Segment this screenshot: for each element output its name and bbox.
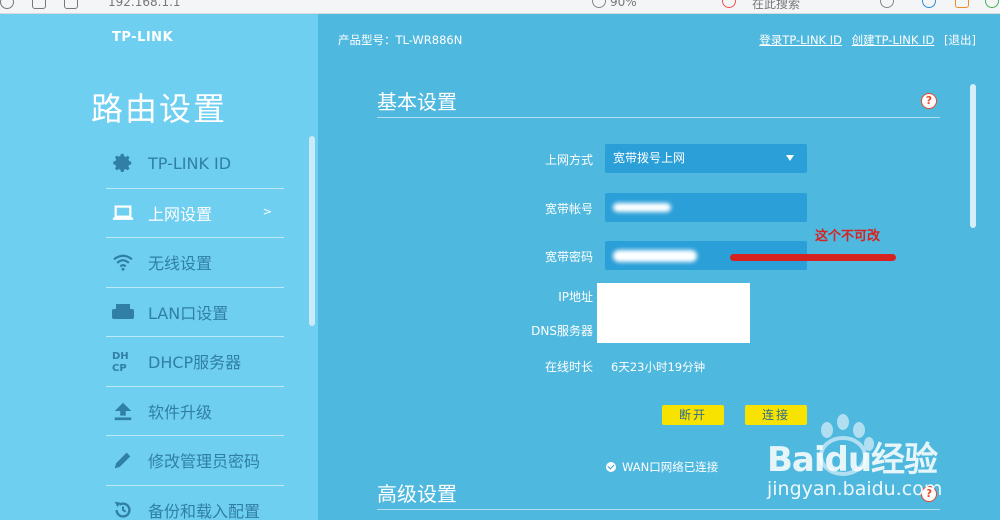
svg-text:CP: CP — [112, 363, 127, 373]
section-divider — [377, 117, 940, 118]
watermark-brand: Baidu经验 — [767, 440, 938, 480]
dhcp-icon: DH CP — [108, 349, 138, 373]
watermark-url: jingyan.baidu.com — [767, 478, 943, 500]
password-label: 宽带密码 — [544, 250, 593, 264]
conn-type-label: 上网方式 — [544, 153, 593, 167]
restore-icon — [108, 499, 138, 520]
search-icon[interactable] — [880, 0, 894, 8]
sidebar-item-wireless[interactable]: 无线设置 — [106, 238, 284, 288]
uptime-value: 6天23小时19分钟 — [611, 360, 706, 374]
redacted-ip-dns — [597, 283, 750, 343]
annotation-mark — [730, 254, 896, 261]
main-scrollbar[interactable] — [970, 84, 976, 228]
laptop-icon — [108, 204, 138, 222]
logout-link[interactable]: [退出] — [944, 33, 976, 47]
advanced-settings-title: 高级设置 — [377, 482, 457, 506]
disconnect-button[interactable]: 断开 — [662, 405, 724, 425]
redacted-value — [613, 249, 697, 262]
uptime-label: 在线时长 — [544, 360, 593, 374]
gear-icon — [108, 152, 138, 174]
sidebar-item-label: 备份和载入配置 — [148, 501, 261, 520]
home-icon[interactable] — [32, 0, 46, 9]
svg-text:DH: DH — [112, 351, 129, 362]
search-engine-icon[interactable] — [722, 0, 736, 8]
basic-settings-title: 基本设置 — [377, 90, 457, 114]
sidebar-item-label: TP-LINK ID — [148, 153, 232, 173]
account-input[interactable] — [605, 193, 807, 222]
wifi-icon — [108, 253, 138, 271]
tp-link-logo: TP-LINK — [112, 30, 174, 45]
sidebar-item-label: LAN口设置 — [148, 303, 229, 323]
sidebar-item-password[interactable]: 修改管理员密码 — [106, 436, 284, 486]
annotation-text: 这个不可改 — [815, 229, 881, 244]
sidebar-item-label: 无线设置 — [148, 254, 213, 274]
check-circle-icon — [606, 462, 616, 472]
sidebar-item-lan[interactable]: LAN口设置 — [106, 288, 284, 337]
sidebar-item-tplink-id[interactable]: TP-LINK ID — [106, 139, 284, 189]
wan-status-text: WAN口网络已连接 — [622, 460, 719, 474]
sidebar-item-upgrade[interactable]: 软件升级 — [106, 387, 284, 436]
chevron-right-icon: > — [262, 204, 272, 218]
sidebar-item-label: 修改管理员密码 — [148, 452, 261, 472]
browser-search-input[interactable]: 在此搜索 — [752, 0, 800, 12]
sidebar-nav: TP-LINK ID 上网设置 > 无线设置 LAN口设置 DH CP DHCP… — [106, 139, 284, 520]
sidebar-title: 路由设置 — [90, 90, 227, 128]
wan-status: WAN口网络已连接 — [606, 459, 718, 475]
ip-label: IP地址 — [558, 290, 593, 304]
tab-icon[interactable] — [64, 0, 78, 9]
address-bar[interactable]: 192.168.1.1 — [108, 0, 181, 9]
pencil-icon — [108, 449, 138, 471]
dns-label: DNS服务器 — [531, 324, 593, 338]
create-id-link[interactable]: 创建TP-LINK ID — [852, 33, 935, 47]
sidebar-item-label: DHCP服务器 — [148, 353, 242, 373]
upload-icon — [108, 400, 138, 422]
sidebar-item-label: 上网设置 — [148, 204, 213, 224]
sidebar-item-dhcp[interactable]: DH CP DHCP服务器 — [106, 337, 284, 387]
play-icon[interactable] — [922, 0, 936, 8]
router-icon — [108, 303, 138, 321]
extension2-icon[interactable] — [985, 0, 999, 8]
header-links: 登录TP-LINK ID 创建TP-LINK ID [退出] — [753, 32, 976, 48]
conn-type-value: 宽带拨号上网 — [613, 151, 686, 165]
login-link[interactable]: 登录TP-LINK ID — [759, 33, 842, 47]
zoom-icon[interactable] — [592, 0, 606, 8]
sidebar-item-label: 软件升级 — [148, 402, 213, 422]
conn-type-select[interactable]: 宽带拨号上网 — [605, 144, 807, 173]
sidebar: TP-LINK 路由设置 TP-LINK ID 上网设置 > 无线设置 LAN口… — [0, 14, 318, 520]
sidebar-item-backup[interactable]: 备份和载入配置 — [106, 486, 284, 520]
help-icon[interactable]: ? — [921, 93, 937, 109]
chevron-down-icon — [786, 155, 794, 161]
extension-icon[interactable] — [955, 0, 969, 8]
account-label: 宽带帐号 — [544, 202, 593, 216]
zoom-level: 90% — [610, 0, 637, 9]
baidu-watermark: Baidu经验 jingyan.baidu.com — [747, 410, 957, 514]
sidebar-scrollbar[interactable] — [309, 136, 315, 326]
product-model: 产品型号：TL-WR886N — [338, 33, 463, 47]
refresh-icon[interactable] — [0, 0, 14, 9]
redacted-value — [613, 203, 671, 212]
sidebar-item-internet[interactable]: 上网设置 > — [106, 189, 284, 238]
browser-toolbar: 192.168.1.1 90% 在此搜索 — [0, 0, 1000, 14]
